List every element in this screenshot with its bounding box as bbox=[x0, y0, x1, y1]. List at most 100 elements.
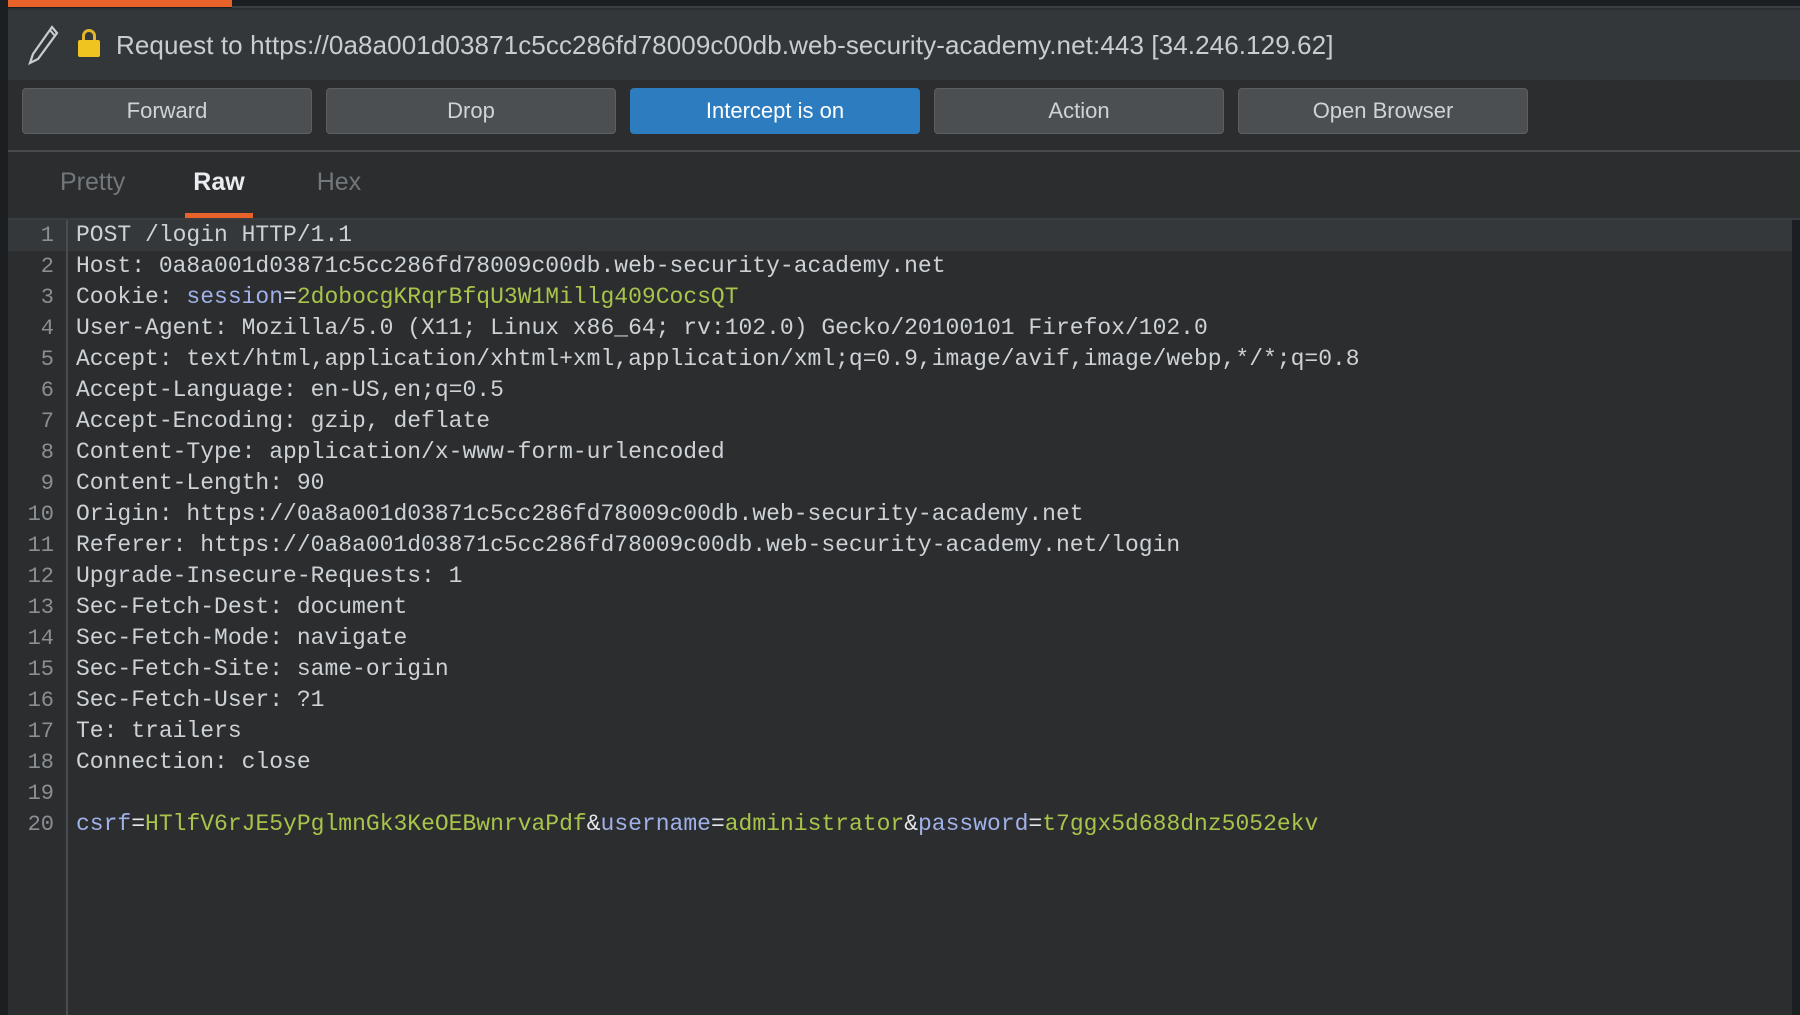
message-view-tabs: Pretty Raw Hex bbox=[8, 156, 1800, 218]
tab-strip-divider bbox=[232, 6, 1800, 8]
code-line-content: Content-Type: application/x-www-form-url… bbox=[66, 437, 1800, 468]
code-line[interactable]: 8 Content-Type: application/x-www-form-ur… bbox=[8, 437, 1800, 468]
code-token: Accept-Language: en-US,en;q=0.5 bbox=[76, 377, 504, 403]
code-token: username bbox=[600, 811, 711, 837]
line-number: 5 bbox=[40, 347, 54, 372]
request-text[interactable]: 1 POST /login HTTP/1.1 2 Host: 0a8a001d0387… bbox=[8, 220, 1800, 840]
code-token: 2dobocgKRqrBfqU3W1Millg409CocsQT bbox=[296, 284, 739, 310]
code-line[interactable]: 15 Sec-Fetch-Site: same-origin bbox=[8, 654, 1800, 685]
drop-button[interactable]: Drop bbox=[326, 88, 616, 134]
line-number: 8 bbox=[40, 440, 54, 465]
tab-pretty[interactable]: Pretty bbox=[48, 168, 137, 218]
tab-hex[interactable]: Hex bbox=[305, 168, 373, 218]
forward-button[interactable]: Forward bbox=[22, 88, 312, 134]
code-token: HTlfV6rJE5yPglmnGk3KeOEBwnrvaPdf bbox=[145, 811, 587, 837]
tab-hex-label: Hex bbox=[316, 168, 362, 196]
code-line[interactable]: 1 POST /login HTTP/1.1 bbox=[8, 220, 1800, 251]
line-number: 4 bbox=[40, 316, 54, 341]
code-token: = bbox=[1028, 811, 1043, 837]
raw-request-editor[interactable]: 1 POST /login HTTP/1.1 2 Host: 0a8a001d0387… bbox=[8, 220, 1800, 1015]
code-line-content: Te: trailers bbox=[66, 716, 1800, 747]
tab-raw-label: Raw bbox=[193, 168, 245, 196]
code-line-content: POST /login HTTP/1.1 bbox=[66, 220, 1800, 251]
code-line-content: Connection: close bbox=[66, 747, 1800, 778]
code-token: Sec-Fetch-User: ?1 bbox=[76, 687, 325, 713]
line-number: 11 bbox=[27, 533, 54, 558]
code-token: Referer: https://0a8a001d03871c5cc286fd7… bbox=[76, 532, 1181, 558]
code-token: Sec-Fetch-Dest: document bbox=[76, 594, 408, 620]
code-line-content: Content-Length: 90 bbox=[66, 468, 1800, 499]
code-line-content: csrf=HTlfV6rJE5yPglmnGk3KeOEBwnrvaPdf&us… bbox=[66, 809, 1800, 840]
code-line[interactable]: 20 csrf=HTlfV6rJE5yPglmnGk3KeOEBwnrvaPdf&… bbox=[8, 809, 1800, 840]
code-line[interactable]: 10 Origin: https://0a8a001d03871c5cc286fd… bbox=[8, 499, 1800, 530]
code-line-content: Upgrade-Insecure-Requests: 1 bbox=[66, 561, 1800, 592]
code-token: & bbox=[904, 811, 918, 837]
intercept-toggle-button[interactable]: Intercept is on bbox=[630, 88, 920, 134]
request-title: Request to https://0a8a001d03871c5cc286f… bbox=[116, 29, 1334, 60]
code-token: Content-Length: 90 bbox=[76, 470, 325, 496]
code-line[interactable]: 17 Te: trailers bbox=[8, 716, 1800, 747]
open-browser-button[interactable]: Open Browser bbox=[1238, 88, 1528, 134]
line-number: 18 bbox=[27, 750, 54, 775]
code-line-content: Host: 0a8a001d03871c5cc286fd78009c00db.w… bbox=[66, 251, 1800, 282]
line-number: 9 bbox=[40, 471, 54, 496]
code-token: Host: 0a8a001d03871c5cc286fd78009c00db.w… bbox=[76, 253, 946, 279]
code-line[interactable]: 12 Upgrade-Insecure-Requests: 1 bbox=[8, 561, 1800, 592]
line-number: 6 bbox=[40, 378, 54, 403]
code-token: Sec-Fetch-Mode: navigate bbox=[76, 625, 408, 651]
code-line-content: Cookie: session=2dobocgKRqrBfqU3W1Millg4… bbox=[66, 282, 1800, 313]
code-line[interactable]: 16 Sec-Fetch-User: ?1 bbox=[8, 685, 1800, 716]
code-line-content: Accept-Encoding: gzip, deflate bbox=[66, 406, 1800, 437]
code-line-content: Origin: https://0a8a001d03871c5cc286fd78… bbox=[66, 499, 1800, 530]
tab-raw[interactable]: Raw bbox=[181, 168, 256, 218]
code-token: session bbox=[186, 284, 284, 310]
code-line-content: Sec-Fetch-Site: same-origin bbox=[66, 654, 1800, 685]
line-number: 7 bbox=[40, 409, 54, 434]
left-edge-gutter bbox=[0, 8, 8, 1015]
request-header-bar: Request to https://0a8a001d03871c5cc286f… bbox=[8, 10, 1800, 80]
code-line[interactable]: 9 Content-Length: 90 bbox=[8, 468, 1800, 499]
code-line[interactable]: 6 Accept-Language: en-US,en;q=0.5 bbox=[8, 375, 1800, 406]
code-line[interactable]: 4 User-Agent: Mozilla/5.0 (X11; Linux x86… bbox=[8, 313, 1800, 344]
line-number: 12 bbox=[27, 564, 54, 589]
code-line[interactable]: 14 Sec-Fetch-Mode: navigate bbox=[8, 623, 1800, 654]
code-line[interactable]: 18 Connection: close bbox=[8, 747, 1800, 778]
active-tab-indicator bbox=[8, 0, 232, 7]
line-number: 13 bbox=[27, 595, 54, 620]
code-token: administrator bbox=[724, 811, 905, 837]
code-line-content: Referer: https://0a8a001d03871c5cc286fd7… bbox=[66, 530, 1800, 561]
line-number: 17 bbox=[27, 719, 54, 744]
code-line-content: User-Agent: Mozilla/5.0 (X11; Linux x86_… bbox=[66, 313, 1800, 344]
line-number: 19 bbox=[27, 781, 54, 806]
code-token: password bbox=[918, 811, 1029, 837]
code-token: Accept: text/html,application/xhtml+xml,… bbox=[76, 346, 1360, 372]
code-line[interactable]: 3 Cookie: session=2dobocgKRqrBfqU3W1Millg… bbox=[8, 282, 1800, 313]
code-token: Accept-Encoding: gzip, deflate bbox=[76, 408, 491, 434]
code-line-content: Sec-Fetch-User: ?1 bbox=[66, 685, 1800, 716]
code-token: & bbox=[586, 811, 601, 837]
code-line[interactable]: 2 Host: 0a8a001d03871c5cc286fd78009c00db.… bbox=[8, 251, 1800, 282]
line-number: 16 bbox=[27, 688, 54, 713]
action-button[interactable]: Action bbox=[934, 88, 1224, 134]
line-number: 1 bbox=[40, 223, 54, 248]
code-line-content: Sec-Fetch-Dest: document bbox=[66, 592, 1800, 623]
intercept-toolbar: Forward Drop Intercept is on Action Open… bbox=[22, 88, 1782, 134]
code-line[interactable]: 5 Accept: text/html,application/xhtml+xml… bbox=[8, 344, 1800, 375]
code-line[interactable]: 7 Accept-Encoding: gzip, deflate bbox=[8, 406, 1800, 437]
code-token: = bbox=[710, 811, 725, 837]
code-line-content: Sec-Fetch-Mode: navigate bbox=[66, 623, 1800, 654]
code-token: csrf bbox=[76, 811, 132, 837]
code-token: Te: trailers bbox=[76, 718, 242, 744]
line-number: 14 bbox=[27, 626, 54, 651]
code-line[interactable]: 19 bbox=[8, 778, 1800, 809]
line-number: 3 bbox=[40, 285, 54, 310]
code-token: POST /login HTTP/1.1 bbox=[76, 222, 353, 248]
editor-vertical-scrollbar[interactable] bbox=[1792, 220, 1800, 1015]
code-token: t7ggx5d688dnz5052ekv bbox=[1042, 811, 1319, 837]
code-token: Sec-Fetch-Site: same-origin bbox=[76, 656, 449, 682]
line-number: 2 bbox=[40, 254, 54, 279]
code-token: Cookie: bbox=[76, 284, 187, 310]
code-line[interactable]: 13 Sec-Fetch-Dest: document bbox=[8, 592, 1800, 623]
code-line[interactable]: 11 Referer: https://0a8a001d03871c5cc286f… bbox=[8, 530, 1800, 561]
burp-intercept-window: Request to https://0a8a001d03871c5cc286f… bbox=[0, 0, 1800, 1015]
